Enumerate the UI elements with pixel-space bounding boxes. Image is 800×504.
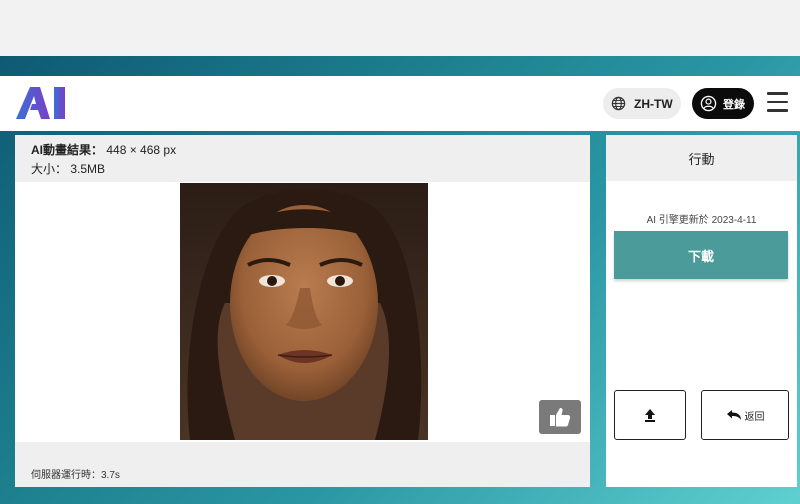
result-size: 大小： 3.5MB <box>31 162 106 176</box>
upload-icon <box>645 409 655 422</box>
server-runtime: 伺服器運行時：3.7s <box>31 470 120 481</box>
result-title-label: AI動畫結果： <box>31 143 104 157</box>
language-label: ZH-TW <box>634 96 673 111</box>
user-circle-icon <box>700 95 717 112</box>
result-portrait-image <box>180 183 428 440</box>
login-label: 登錄 <box>723 98 745 111</box>
login-button[interactable]: 登錄 <box>692 88 754 119</box>
result-info-line: AI動畫結果： 448 × 468 px <box>31 141 590 158</box>
result-header: AI動畫結果： 448 × 468 px 大小： 3.5MB <box>15 135 590 182</box>
upload-button[interactable] <box>614 390 686 440</box>
download-button[interactable]: 下載 <box>614 231 788 279</box>
result-panel: AI動畫結果： 448 × 468 px 大小： 3.5MB 伺服器運行時：3.… <box>15 135 590 487</box>
like-button[interactable] <box>539 400 581 434</box>
thumbs-up-icon <box>550 408 571 427</box>
result-dimensions: 448 × 468 px <box>106 143 177 157</box>
language-button[interactable]: ZH-TW <box>603 88 681 119</box>
globe-icon <box>611 96 626 111</box>
ai-logo[interactable] <box>16 85 68 121</box>
result-footer: 伺服器運行時：3.7s <box>15 442 590 487</box>
action-panel: 行動 AI 引擎更新於 2023-4-11 下載 返回 <box>606 135 797 487</box>
engine-update-note: AI 引擎更新於 2023-4-11 <box>646 215 757 226</box>
navbar: ZH-TW 登錄 <box>0 76 800 131</box>
top-blank-area <box>0 0 800 56</box>
back-button[interactable]: 返回 <box>701 390 789 440</box>
back-label: 返回 <box>744 411 765 423</box>
action-panel-title: 行動 <box>606 135 797 181</box>
hamburger-menu-icon[interactable] <box>767 92 789 114</box>
undo-arrow-icon <box>726 410 741 420</box>
